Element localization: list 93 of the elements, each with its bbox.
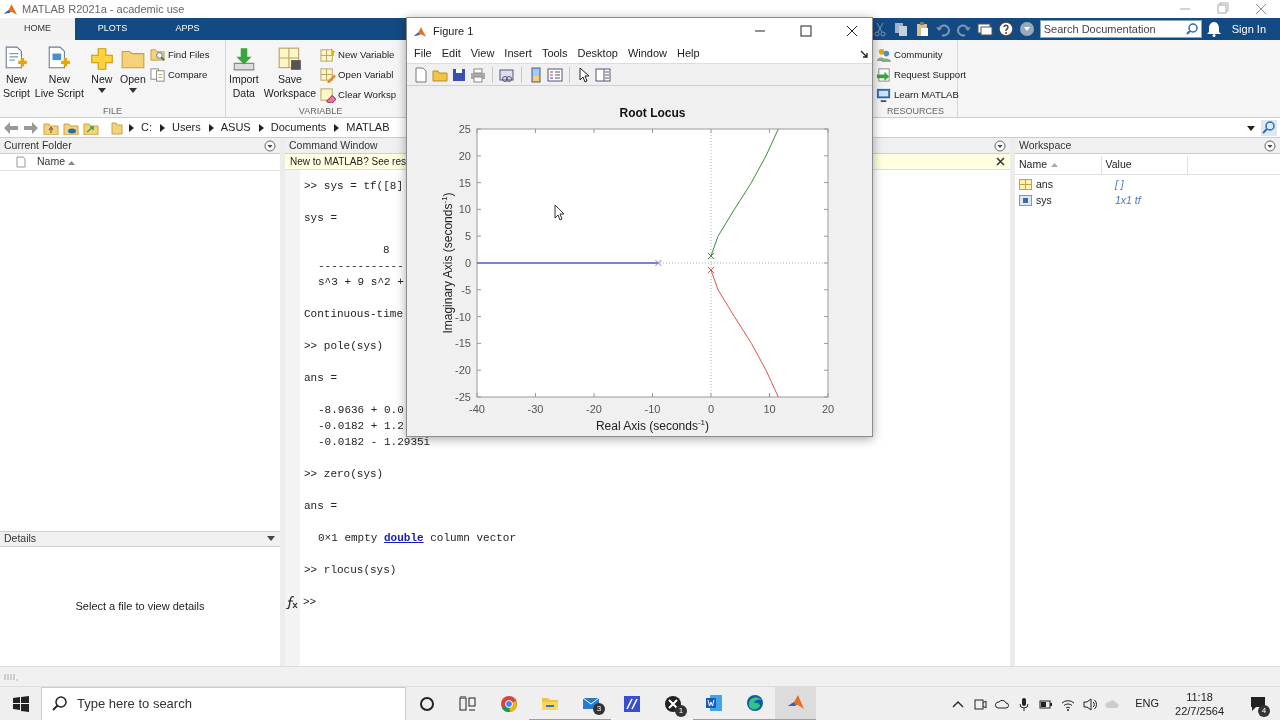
tick-label: 0: [464, 257, 471, 269]
tick-label: -30: [527, 403, 544, 415]
taskbar-app[interactable]: 3: [570, 686, 611, 720]
panel-title: Command Window: [289, 137, 378, 153]
menu-item[interactable]: Help: [672, 45, 705, 62]
empty-message: Select a file to view details: [75, 599, 205, 615]
toolstrip-button[interactable]: Learn MATLAB: [875, 86, 967, 104]
taskbar-app[interactable]: 1: [652, 686, 693, 720]
variable-value: 1x1 tf: [1114, 193, 1141, 206]
tick-label: -10: [644, 403, 661, 415]
link[interactable]: double: [384, 532, 424, 544]
command-line: >> zero(sys): [304, 467, 384, 482]
command-line: >> sys = tf([8]: [304, 179, 404, 194]
tick-label: 25: [458, 123, 471, 135]
path-segment[interactable]: ASUS: [218, 119, 253, 136]
output-line: -0.0182 + 1.2: [318, 419, 404, 434]
menu-item[interactable]: Desktop: [572, 45, 623, 62]
notification-button[interactable]: 4: [1240, 686, 1276, 720]
output-line: s^3 + 9 s^2 +: [318, 275, 404, 290]
command-prompt: >>: [303, 595, 317, 610]
tick-label: 20: [458, 149, 471, 162]
search-bar[interactable]: Type here to search: [41, 686, 406, 720]
output-line: -8.9636 + 0.0: [318, 403, 404, 418]
command-line: >> rlocus(sys): [304, 563, 397, 578]
ribbon-tab[interactable]: HOME: [0, 18, 75, 40]
toolstrip-button[interactable]: Compare: [148, 66, 211, 84]
output-line: 8: [383, 243, 390, 258]
tick-label: -5: [461, 283, 471, 296]
column-header[interactable]: Name: [37, 154, 65, 170]
path-segment[interactable]: Users: [170, 119, 203, 136]
variable-name[interactable]: sys: [1036, 192, 1052, 209]
sign-in-link[interactable]: Sign In: [1225, 20, 1272, 38]
split-button[interactable]: Open: [117, 44, 148, 96]
menu-item[interactable]: File: [409, 45, 437, 62]
clock-time[interactable]: 11:18: [1186, 689, 1213, 704]
banner-text: New to MATLAB? See res: [290, 155, 406, 169]
tick-label: -10: [455, 310, 471, 323]
window-title: Figure 1: [433, 23, 474, 39]
tick-label: -20: [586, 403, 602, 415]
tick-label: 15: [458, 176, 471, 189]
tick-label: 10: [763, 403, 776, 415]
column-header[interactable]: Value: [1105, 156, 1132, 173]
toolstrip-button[interactable]: New Variable: [319, 46, 398, 64]
toolstrip-button[interactable]: New Live Script: [32, 44, 86, 102]
toolstrip-button[interactable]: Request Support: [875, 66, 967, 84]
toolstrip-button[interactable]: New Script: [1, 44, 32, 102]
output-line: Continuous-time: [304, 307, 404, 322]
menu-item[interactable]: Tools: [536, 45, 573, 62]
chart-title: Root Locus: [619, 106, 686, 120]
tick-label: -15: [455, 337, 471, 350]
column-header[interactable]: Name: [1019, 156, 1047, 173]
ribbon-tab[interactable]: PLOTS: [75, 18, 150, 40]
variable-name[interactable]: ans: [1036, 177, 1053, 193]
panel-title: Current Folder: [4, 137, 72, 153]
toolstrip-button[interactable]: Save Workspace: [261, 44, 319, 102]
output-line: sys =: [304, 211, 337, 226]
path-segment[interactable]: Documents: [268, 119, 329, 136]
clock-date[interactable]: 22/7/2564: [1175, 703, 1224, 718]
path-segment[interactable]: C:: [139, 119, 154, 136]
toolstrip-button[interactable]: Open Variabl: [319, 66, 398, 84]
output-line: -------------: [318, 259, 404, 274]
output-line: 0×1 empty double column vector: [318, 531, 517, 546]
path-segment[interactable]: MATLAB: [344, 119, 392, 136]
toolstrip-button[interactable]: Import Data: [227, 44, 261, 102]
section-label: RESOURCES: [886, 105, 945, 118]
tick-label: -20: [455, 364, 471, 377]
section-label: VARIABLE: [297, 105, 344, 118]
panel-title: Workspace: [1019, 137, 1072, 153]
language-indicator[interactable]: ENG: [1135, 695, 1160, 712]
variable-value: [ ]: [1114, 178, 1124, 190]
command-line: >> pole(sys): [304, 339, 384, 354]
window-title: MATLAB R2021a - academic use: [22, 1, 185, 17]
tick-label: 10: [458, 203, 471, 216]
toolstrip-button[interactable]: Clear Worksp: [319, 86, 398, 104]
menu-item[interactable]: Window: [622, 45, 673, 62]
section-label: FILE: [102, 105, 123, 118]
tick-label: 20: [821, 403, 835, 415]
tick-label: 0: [707, 403, 715, 415]
tick-label: 5: [464, 230, 471, 243]
output-line: -0.0182 - 1.2935i: [318, 435, 431, 450]
toolstrip-button[interactable]: Community: [875, 46, 967, 64]
menu-item[interactable]: Edit: [436, 45, 466, 62]
output-line: ans =: [304, 499, 337, 514]
output-line: ans =: [304, 371, 337, 386]
panel-title: Details: [4, 531, 37, 547]
axis-label: Real Axis (seconds$^{-1}$): [595, 418, 710, 433]
ribbon-tab[interactable]: APPS: [150, 18, 225, 40]
toolstrip-button[interactable]: Find Files: [148, 46, 211, 64]
menu-item[interactable]: Insert: [499, 45, 537, 62]
menu-item[interactable]: View: [465, 45, 500, 62]
tick-label: -25: [455, 391, 471, 403]
tick-label: -40: [469, 403, 485, 415]
split-button[interactable]: New: [86, 44, 117, 96]
